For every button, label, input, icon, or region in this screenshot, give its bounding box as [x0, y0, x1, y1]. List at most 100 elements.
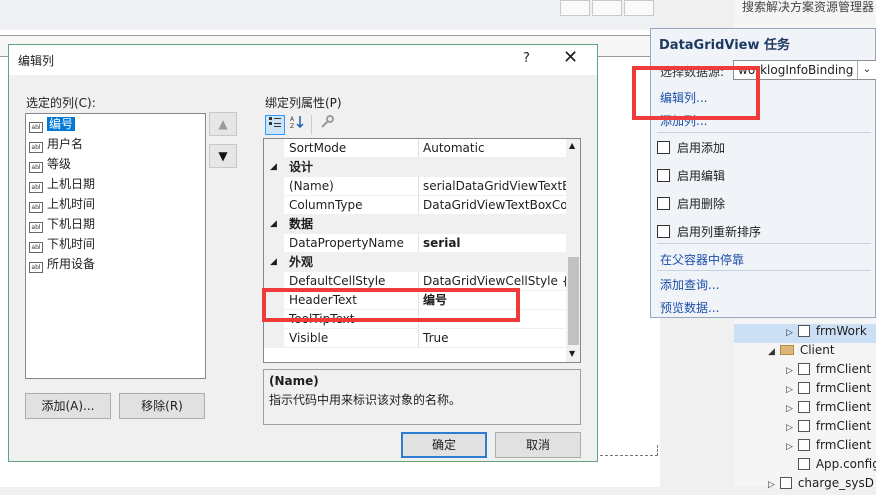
property-grid[interactable]: SortMode Automatic ◢ 设计 (Name) serialDataGr…: [263, 138, 581, 363]
preview-data-link[interactable]: 预览数据...: [660, 299, 719, 316]
solution-search-box[interactable]: 搜索解决方案资源管理器: [742, 0, 874, 15]
textbox-column-icon: abl: [29, 182, 43, 193]
tree-item[interactable]: ▷ frmClient: [734, 419, 871, 438]
remove-column-button[interactable]: 移除(R): [119, 393, 205, 419]
expand-icon[interactable]: ▷: [786, 404, 794, 414]
property-row[interactable]: DataPropertyName serial: [264, 234, 566, 253]
add-column-link[interactable]: 添加列...: [660, 112, 707, 129]
enable-adding-checkbox[interactable]: 启用添加: [657, 139, 725, 156]
property-category[interactable]: ◢ 外观: [264, 253, 566, 272]
property-value[interactable]: True: [418, 329, 566, 347]
enable-editing-checkbox[interactable]: 启用编辑: [657, 167, 725, 184]
edit-columns-link[interactable]: 编辑列...: [660, 89, 707, 106]
expand-icon[interactable]: ▷: [786, 385, 794, 395]
property-value[interactable]: Automatic: [418, 139, 566, 157]
tree-item[interactable]: ▷ charge_sysD: [734, 476, 874, 495]
tree-item[interactable]: App.config: [734, 457, 876, 476]
property-row[interactable]: DefaultCellStyle DataGridViewCellStyle { …: [264, 272, 566, 291]
dock-in-parent-link[interactable]: 在父容器中停靠: [660, 251, 744, 268]
tree-item-label: charge_sysD: [797, 476, 874, 490]
alphabetical-icon[interactable]: AZ: [288, 115, 308, 135]
tree-item[interactable]: ▷ frmClient: [734, 362, 871, 381]
textbox-column-icon: abl: [29, 222, 43, 233]
collapse-icon[interactable]: ◢: [270, 215, 277, 233]
column-list-item[interactable]: abl 下机日期: [29, 215, 95, 234]
form-file-icon: [797, 420, 810, 432]
property-value[interactable]: [418, 310, 566, 328]
enable-reorder-checkbox[interactable]: 启用列重新排序: [657, 223, 761, 240]
scroll-down-icon[interactable]: ▼: [569, 349, 575, 358]
checkbox-box[interactable]: [657, 197, 670, 210]
collapse-icon[interactable]: ◢: [270, 158, 277, 176]
scrollbar-thumb[interactable]: [568, 257, 579, 345]
expand-icon[interactable]: ▷: [786, 423, 794, 433]
enable-deleting-checkbox[interactable]: 启用删除: [657, 195, 725, 212]
property-value[interactable]: DataGridViewCellStyle { }: [418, 272, 566, 290]
ok-button[interactable]: 确定: [401, 432, 487, 458]
add-query-link[interactable]: 添加查询...: [660, 276, 719, 293]
expand-icon[interactable]: ▷: [786, 366, 794, 376]
tree-item[interactable]: ▷ frmClient: [734, 381, 871, 400]
toolbar-separator: [311, 115, 312, 135]
divider: [657, 270, 871, 271]
column-list-item[interactable]: abl 用户名: [29, 135, 83, 154]
property-name: Visible: [289, 331, 329, 345]
expand-icon[interactable]: ▷: [786, 328, 794, 338]
cancel-button[interactable]: 取消: [495, 432, 581, 458]
collapse-icon[interactable]: ◢: [768, 347, 776, 357]
property-value[interactable]: serial: [418, 234, 566, 252]
form-file-icon: [797, 325, 810, 337]
tree-item[interactable]: ▷ frmWork: [734, 324, 876, 343]
column-list-item[interactable]: abl 等级: [29, 155, 71, 174]
categorized-icon[interactable]: [265, 115, 285, 135]
help-icon[interactable]: ?: [523, 51, 530, 66]
tree-item[interactable]: ▷ frmClient: [734, 400, 871, 419]
property-row[interactable]: ToolTipText: [264, 310, 566, 329]
property-row[interactable]: (Name) serialDataGridViewTextBoxColumn: [264, 177, 566, 196]
column-list-item[interactable]: abl 下机时间: [29, 235, 95, 254]
close-icon[interactable]: ✕: [563, 48, 578, 68]
tree-item-label: App.config: [815, 457, 876, 471]
selected-columns-label: 选定的列(C):: [26, 96, 96, 110]
column-name: 下机日期: [47, 217, 96, 231]
collapse-icon[interactable]: ◢: [270, 253, 277, 271]
tree-item-label: frmClient: [815, 362, 872, 376]
tree-item[interactable]: ▷ frmClient: [734, 438, 871, 457]
textbox-column-icon: abl: [29, 142, 43, 153]
add-column-button[interactable]: 添加(A)...: [25, 393, 111, 419]
expand-icon[interactable]: ▷: [768, 480, 776, 490]
property-grid-scrollbar[interactable]: ▲ ▼: [566, 139, 580, 362]
tree-item[interactable]: ◢ Client: [734, 343, 835, 362]
property-row[interactable]: HeaderText 编号: [264, 291, 566, 310]
expand-icon[interactable]: ▷: [786, 442, 794, 452]
datasource-combobox[interactable]: worklogInfoBinding ⌄: [733, 60, 876, 80]
property-value[interactable]: 编号: [418, 291, 566, 309]
svg-text:A: A: [290, 116, 295, 123]
property-row[interactable]: Visible True: [264, 329, 566, 348]
form-file-icon: [797, 382, 810, 394]
scroll-up-icon[interactable]: ▲: [569, 141, 575, 150]
property-category[interactable]: ◢ 设计: [264, 158, 566, 177]
column-list-item[interactable]: abl 上机时间: [29, 195, 95, 214]
form-file-icon: [797, 401, 810, 413]
column-list-item[interactable]: abl 编号: [29, 115, 76, 134]
property-row[interactable]: SortMode Automatic: [264, 139, 566, 158]
checkbox-label: 启用添加: [677, 141, 726, 155]
chevron-down-icon[interactable]: ⌄: [857, 61, 876, 79]
column-list-item[interactable]: abl 所用设备: [29, 255, 95, 274]
property-row[interactable]: ColumnType DataGridViewTextBoxColumn: [264, 196, 566, 215]
property-value[interactable]: serialDataGridViewTextBoxColumn: [418, 177, 566, 195]
move-down-button[interactable]: ▼: [209, 144, 237, 168]
column-name: 编号: [47, 117, 76, 131]
property-name: ColumnType: [289, 198, 363, 212]
column-list-item[interactable]: abl 上机日期: [29, 175, 95, 194]
checkbox-box[interactable]: [657, 169, 670, 182]
checkbox-box[interactable]: [657, 141, 670, 154]
property-value[interactable]: DataGridViewTextBoxColumn: [418, 196, 566, 214]
move-up-button[interactable]: ▲: [209, 112, 237, 136]
edit-columns-dialog: 编辑列 ? ✕ 选定的列(C): abl 编号 abl 用户名 abl 等级 abl 上…: [8, 44, 598, 462]
property-category[interactable]: ◢ 数据: [264, 215, 566, 234]
checkbox-box[interactable]: [657, 225, 670, 238]
selected-columns-list[interactable]: abl 编号 abl 用户名 abl 等级 abl 上机日期 abl 上机时间 abl 下机…: [25, 113, 206, 379]
wrench-icon[interactable]: [317, 115, 337, 135]
